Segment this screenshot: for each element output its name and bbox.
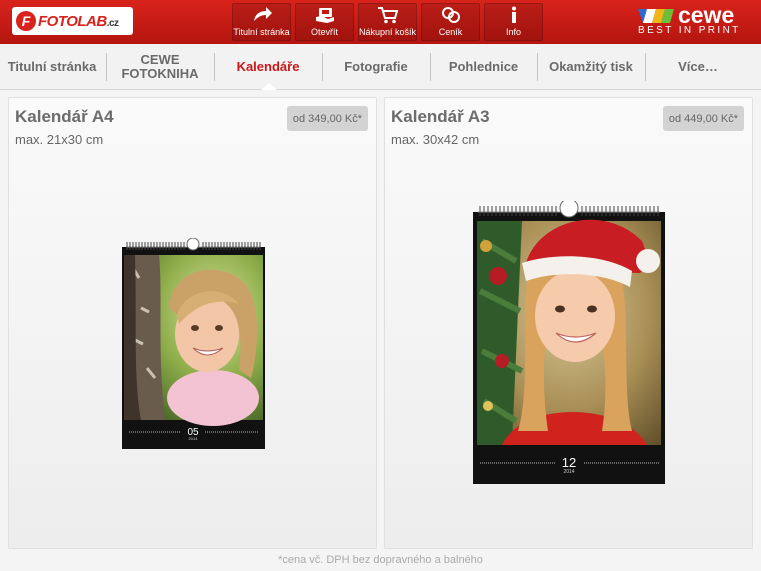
toolbar-pricelist-label: Ceník bbox=[438, 27, 463, 37]
top-bar: F FOTOLAB.cz Titulní stránka Otevřít Nák… bbox=[0, 0, 761, 44]
home-arrow-icon bbox=[251, 5, 273, 25]
product-size: max. 30x42 cm bbox=[391, 132, 480, 147]
product-card-a3[interactable]: Kalendář A3 max. 30x42 cm od 449,00 Kč* bbox=[384, 97, 753, 549]
open-hand-icon bbox=[314, 5, 336, 25]
active-tab-indicator bbox=[261, 83, 277, 90]
coins-icon bbox=[440, 5, 462, 25]
toolbar-home-label: Titulní stránka bbox=[233, 27, 290, 37]
toolbar-open-label: Otevřít bbox=[310, 27, 338, 37]
calendar-a4-year: 2014 bbox=[189, 436, 199, 441]
calendar-a3-preview: 12 2014 bbox=[473, 201, 665, 484]
toolbar-cart-label: Nákupní košík bbox=[358, 27, 417, 37]
toolbar-info-button[interactable]: Info bbox=[484, 3, 543, 41]
tab-postcards[interactable]: Pohlednice bbox=[431, 44, 536, 90]
info-icon bbox=[503, 5, 525, 25]
price-footnote: *cena vč. DPH bez dopravného a balného bbox=[278, 554, 483, 566]
product-title: Kalendář A3 bbox=[391, 107, 490, 126]
tab-home[interactable]: Titulní stránka bbox=[0, 44, 104, 90]
tab-more[interactable]: Více… bbox=[646, 44, 750, 90]
fotolab-logo[interactable]: F FOTOLAB.cz bbox=[12, 7, 133, 35]
tab-photobook[interactable]: CEWE FOTOKNIHA bbox=[108, 44, 212, 90]
toolbar-home-button[interactable]: Titulní stránka bbox=[232, 3, 291, 41]
cewe-logo: cewe BEST IN PRINT bbox=[636, 2, 754, 38]
fotolab-logo-text: FOTOLAB.cz bbox=[38, 12, 119, 30]
toolbar-pricelist-button[interactable]: Ceník bbox=[421, 3, 480, 41]
calendar-a4-preview: 05 2014 bbox=[122, 238, 265, 449]
product-title: Kalendář A4 bbox=[15, 107, 114, 126]
cewe-color-mark-icon bbox=[638, 9, 674, 23]
product-size: max. 21x30 cm bbox=[15, 132, 104, 147]
fotolab-logo-mark: F bbox=[16, 11, 36, 31]
tab-divider bbox=[106, 53, 107, 81]
price-badge: od 449,00 Kč* bbox=[662, 106, 744, 131]
calendar-a3-month: 12 bbox=[562, 455, 576, 470]
toolbar-cart-button[interactable]: Nákupní košík bbox=[358, 3, 417, 41]
category-nav: Titulní stránka CEWE FOTOKNIHA Kalendáře… bbox=[0, 44, 761, 90]
cewe-tagline: BEST IN PRINT bbox=[638, 25, 741, 36]
toolbar-info-label: Info bbox=[505, 27, 521, 37]
price-badge: od 349,00 Kč* bbox=[286, 106, 368, 131]
toolbar-open-button[interactable]: Otevřít bbox=[295, 3, 354, 41]
calendar-a3-year: 2014 bbox=[563, 469, 574, 475]
tab-instant-print[interactable]: Okamžitý tisk bbox=[538, 44, 644, 90]
tab-photos[interactable]: Fotografie bbox=[323, 44, 429, 90]
cart-icon bbox=[377, 5, 399, 25]
product-card-a4[interactable]: Kalendář A4 max. 21x30 cm od 349,00 Kč* … bbox=[8, 97, 377, 549]
